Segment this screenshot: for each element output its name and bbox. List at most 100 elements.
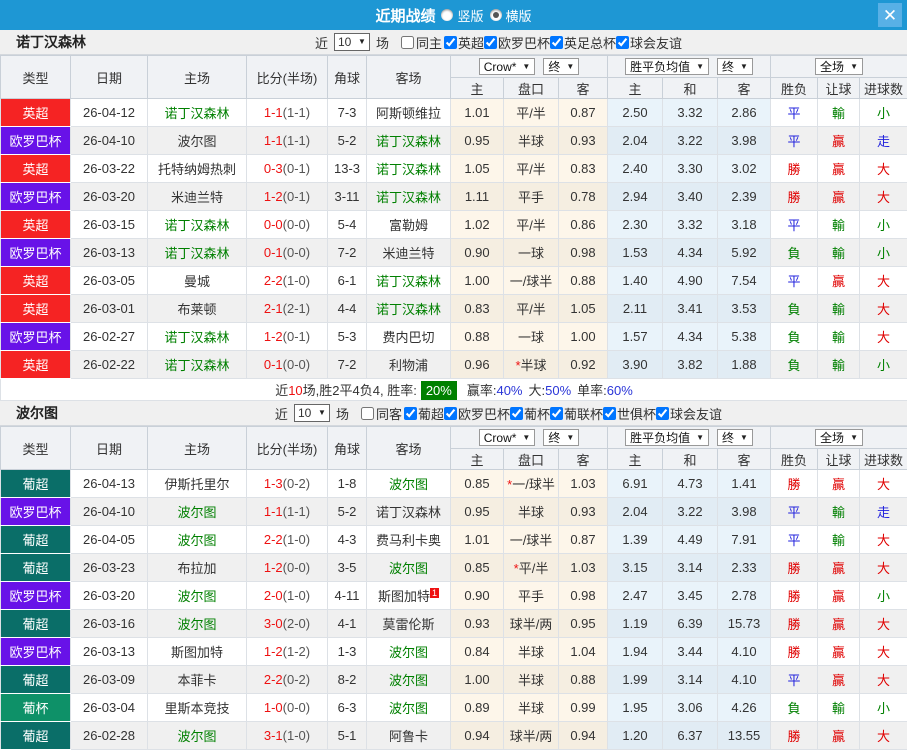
corner-score: 5-4 <box>327 210 367 239</box>
layout-radio-vertical[interactable]: 竖版 <box>441 6 484 25</box>
col-lose: 客 <box>716 448 772 470</box>
col-away: 客场 <box>366 55 451 99</box>
league-checkbox[interactable] <box>616 35 630 49</box>
match-count-select[interactable]: 10 ▼ <box>333 33 370 51</box>
home-team: 波尔图 <box>147 525 247 554</box>
handicap-away-odds: 0.99 <box>558 693 608 722</box>
col-hcp-away: 客 <box>558 448 608 470</box>
result-goals: 大 <box>859 553 907 582</box>
odd-rate-label: 单率: <box>577 383 607 398</box>
same-side-filter[interactable]: 同主 <box>391 33 442 52</box>
same-side-label: 同客 <box>375 406 402 422</box>
radio-selected-icon[interactable] <box>489 9 502 21</box>
handicap-away-odds: 0.92 <box>558 350 608 379</box>
result-goals: 大 <box>859 182 907 211</box>
close-icon[interactable]: ✕ <box>878 3 902 27</box>
league-filter[interactable]: 球会友谊 <box>616 33 682 52</box>
over-rate-label: 大: <box>528 383 546 398</box>
match-date: 26-04-05 <box>70 525 148 554</box>
handicap-rate-value: 40% <box>496 383 523 398</box>
chevron-down-icon: ▼ <box>522 61 531 71</box>
match-row: 欧罗巴杯 26-03-13 斯图加特 1-2(1-2) 1-3 波尔图 0.84 半球 1.04… <box>0 637 907 666</box>
europe-stage-select[interactable]: 终 ▼ <box>717 429 753 446</box>
bookmaker-select[interactable]: Crow* ▼ <box>478 429 536 446</box>
league-badge: 葡超 <box>0 525 71 554</box>
match-score: 1-3(0-2) <box>246 469 328 498</box>
chevron-down-icon: ▼ <box>358 37 366 46</box>
handicap-line: *平/半 <box>503 553 559 582</box>
draw-odds: 3.22 <box>662 126 718 155</box>
league-checkbox[interactable] <box>443 35 457 49</box>
league-checkbox[interactable] <box>403 406 417 420</box>
radio-unselected-icon[interactable] <box>441 9 454 21</box>
league-checkbox[interactable] <box>443 406 457 420</box>
result-outcome: 負 <box>770 322 819 351</box>
odds-stage-select[interactable]: 终 ▼ <box>543 58 580 75</box>
away-team: 波尔图 <box>366 693 451 722</box>
league-checkbox[interactable] <box>550 35 564 49</box>
league-filter[interactable]: 葡杯 <box>510 404 550 423</box>
lose-odds: 3.18 <box>716 210 772 239</box>
match-date: 26-03-16 <box>70 609 148 638</box>
col-date: 日期 <box>70 426 148 470</box>
handicap-line: 一/球半 <box>503 266 559 295</box>
handicap-away-odds: 0.98 <box>558 581 608 610</box>
period-select[interactable]: 全场 ▼ <box>815 58 863 75</box>
league-checkbox[interactable] <box>656 406 670 420</box>
win-odds: 2.40 <box>607 154 663 183</box>
result-handicap: 贏 <box>817 609 861 638</box>
draw-odds: 3.22 <box>662 497 718 526</box>
col-goals-result: 进球数 <box>859 77 907 99</box>
handicap-line: 球半/两 <box>503 721 559 750</box>
col-hcp-line: 盘口 <box>503 77 559 99</box>
win-odds: 2.04 <box>607 497 663 526</box>
draw-odds: 3.45 <box>662 581 718 610</box>
league-filter[interactable]: 欧罗巴杯 <box>443 404 510 423</box>
layout-radio-horizontal[interactable]: 横版 <box>489 6 532 25</box>
lose-odds: 7.91 <box>716 525 772 554</box>
odds-stage-select[interactable]: 终 ▼ <box>543 429 580 446</box>
col-outcome: 胜负 <box>770 77 819 99</box>
same-side-checkbox[interactable] <box>400 35 414 49</box>
europe-stage-select[interactable]: 终 ▼ <box>717 58 753 75</box>
match-row: 英超 26-03-15 诺丁汉森林 0-0(0-0) 5-4 富勒姆 1.02 平/半 0.86… <box>0 210 907 239</box>
chevron-down-icon: ▼ <box>740 61 748 71</box>
match-date: 26-04-10 <box>70 126 148 155</box>
league-filter[interactable]: 葡超 <box>403 404 444 423</box>
europe-odds-select[interactable]: 胜平负均值 ▼ <box>625 58 709 75</box>
result-handicap: 贏 <box>817 665 861 694</box>
league-filter[interactable]: 世俱杯 <box>603 404 656 423</box>
league-checkbox[interactable] <box>484 35 497 49</box>
lose-odds: 2.86 <box>716 98 772 127</box>
league-checkbox[interactable] <box>550 406 564 420</box>
lose-odds: 4.26 <box>716 693 772 722</box>
league-filter[interactable]: 欧罗巴杯 <box>484 33 550 52</box>
same-side-filter[interactable]: 同客 <box>351 404 402 423</box>
chevron-down-icon: ▼ <box>522 432 531 442</box>
league-filter[interactable]: 英足总杯 <box>550 33 616 52</box>
bookmaker-select[interactable]: Crow* ▼ <box>478 58 536 75</box>
away-team: 阿斯顿维拉 <box>366 98 451 127</box>
filter-group: 近 10 ▼ 场 同客 葡超 欧罗巴杯 葡杯 葡联杯 世俱杯 球会友谊 <box>185 404 722 423</box>
result-goals: 大 <box>859 294 907 323</box>
win-odds: 1.20 <box>607 721 663 750</box>
league-checkbox[interactable] <box>510 406 523 420</box>
same-side-checkbox[interactable] <box>360 406 374 420</box>
home-team: 米迪兰特 <box>147 182 247 211</box>
result-outcome: 平 <box>770 210 819 239</box>
match-score: 0-1(0-0) <box>246 238 328 267</box>
period-select[interactable]: 全场 ▼ <box>815 429 863 446</box>
league-filter[interactable]: 葡联杯 <box>550 404 603 423</box>
league-filter[interactable]: 球会友谊 <box>656 404 722 423</box>
result-handicap: 贏 <box>817 469 861 498</box>
chevron-down-icon: ▼ <box>696 61 704 71</box>
col-win: 主 <box>607 448 663 470</box>
home-team: 本菲卡 <box>147 665 247 694</box>
result-outcome: 平 <box>770 98 819 127</box>
league-badge: 欧罗巴杯 <box>0 126 71 155</box>
league-filter[interactable]: 英超 <box>443 33 484 52</box>
league-checkbox[interactable] <box>603 406 617 420</box>
result-outcome: 平 <box>770 525 819 554</box>
europe-odds-select[interactable]: 胜平负均值 ▼ <box>625 429 709 446</box>
match-count-select[interactable]: 10 ▼ <box>293 404 330 422</box>
